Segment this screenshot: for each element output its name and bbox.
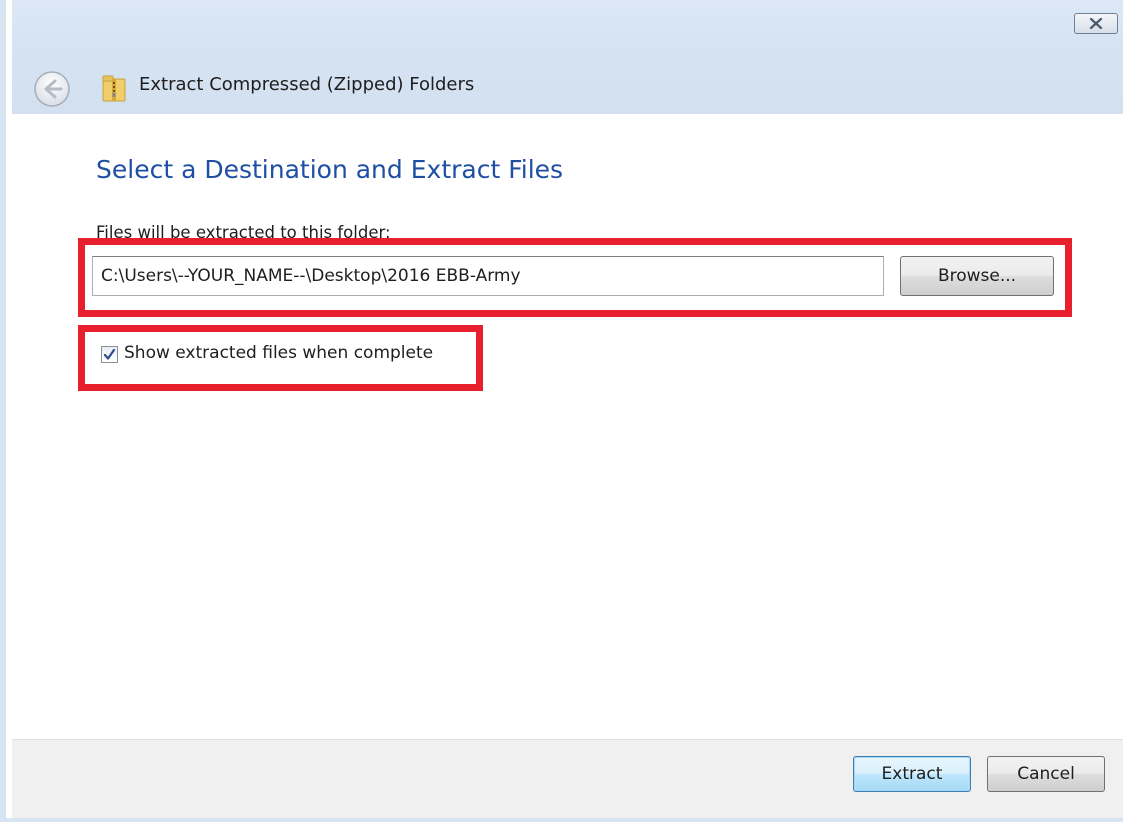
back-arrow-icon[interactable] [33, 70, 71, 108]
checkmark-icon [103, 348, 116, 360]
destination-path-input[interactable] [92, 256, 884, 296]
show-extracted-files-checkbox[interactable] [101, 346, 118, 363]
dialog-footer: Extract Cancel [12, 739, 1123, 818]
main-content: Select a Destination and Extract Files F… [12, 114, 1123, 739]
title-bar: Extract Compressed (Zipped) Folders [12, 0, 1123, 114]
page-title: Select a Destination and Extract Files [96, 155, 564, 184]
browse-button[interactable]: Browse... [900, 256, 1054, 296]
close-icon [1089, 18, 1103, 29]
extract-button[interactable]: Extract [853, 756, 971, 792]
window-title: Extract Compressed (Zipped) Folders [139, 74, 475, 95]
cancel-button[interactable]: Cancel [987, 756, 1105, 792]
zip-folder-icon [102, 75, 126, 102]
close-button[interactable] [1074, 13, 1118, 34]
extract-dialog: Extract Compressed (Zipped) Folders Sele… [0, 0, 1123, 822]
show-extracted-files-label[interactable]: Show extracted files when complete [124, 343, 433, 363]
